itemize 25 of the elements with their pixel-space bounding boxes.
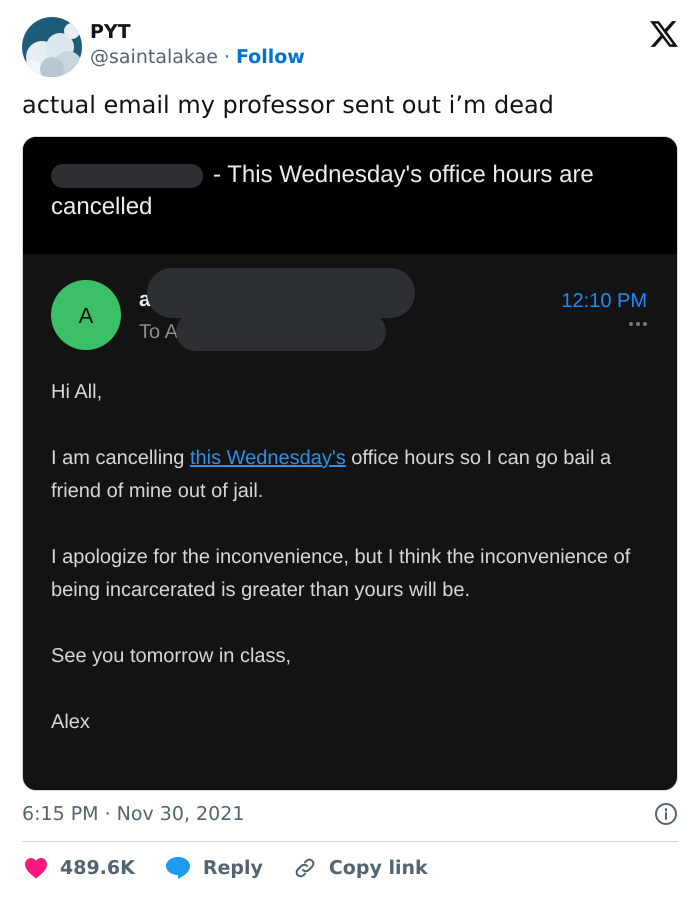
tweet-text: actual email my professor sent out i’m dead bbox=[21, 90, 555, 121]
link-icon bbox=[292, 856, 317, 880]
heart-icon bbox=[24, 857, 48, 880]
sender-avatar: A bbox=[51, 280, 121, 350]
like-action-button[interactable]: 489.6K bbox=[24, 854, 135, 882]
x-logo-icon bbox=[650, 21, 678, 47]
author-name: PYT bbox=[90, 20, 132, 44]
speech-bubble-icon bbox=[164, 856, 191, 880]
email-paragraph: I am cancelling this Wednesday's office hours so I can go bail a friend of mine out of jail. bbox=[51, 446, 612, 504]
email-paragraph: See you tomorrow in class, bbox=[51, 644, 292, 669]
reply-action-button[interactable]: Reply bbox=[164, 854, 263, 882]
recipient-text: To A bbox=[139, 320, 178, 345]
more-options-icon[interactable] bbox=[629, 322, 647, 326]
copy-action-button[interactable]: Copy link bbox=[292, 854, 428, 882]
follow-link[interactable]: Follow bbox=[236, 44, 305, 70]
email-paragraph: I apologize for the inconvenience, but I think the inconvenience of being incarcerated is greater than yours will be. bbox=[51, 545, 632, 603]
info-icon[interactable] bbox=[654, 802, 678, 826]
email-paragraph: Hi All, bbox=[51, 380, 104, 405]
email-time: 12:10 PM bbox=[561, 289, 647, 314]
email-paragraph: Alex bbox=[51, 710, 91, 735]
tweet-timestamp: 6:15 PM · Nov 30, 2021 bbox=[22, 802, 244, 827]
author-handle: @saintalakae bbox=[90, 45, 218, 70]
date-link[interactable]: this Wednesday's bbox=[190, 447, 346, 469]
email-subject: - This Wednesday's office hours are cancelled bbox=[51, 160, 595, 222]
separator-dot: · bbox=[224, 45, 230, 70]
